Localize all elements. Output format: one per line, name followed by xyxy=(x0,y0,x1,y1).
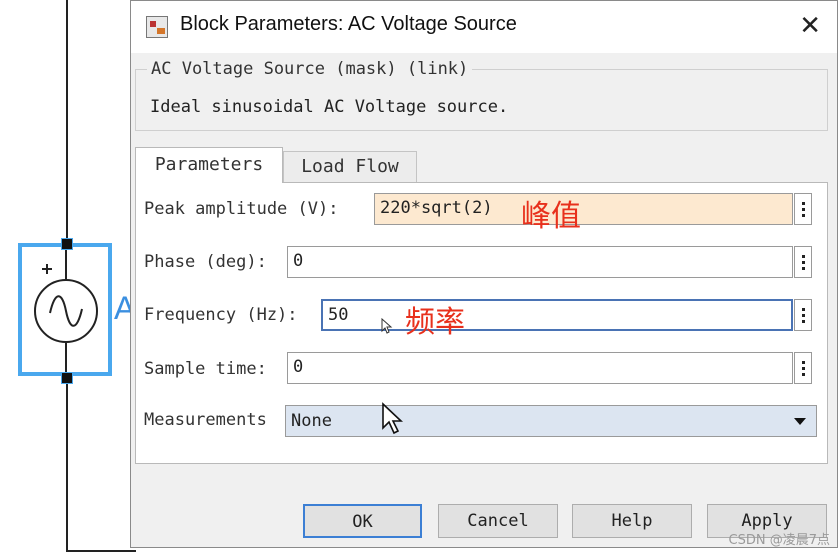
ok-button[interactable]: OK xyxy=(303,504,422,538)
close-icon[interactable]: ✕ xyxy=(799,10,821,40)
simulink-block-icon xyxy=(146,16,168,38)
frequency-label: Frequency (Hz): xyxy=(144,305,298,325)
phase-input[interactable]: 0 xyxy=(287,246,793,278)
sample-time-label: Sample time: xyxy=(144,359,267,379)
watermark: CSDN @凌晨7点 xyxy=(728,533,830,548)
block-port-top[interactable] xyxy=(61,238,73,250)
block-parameters-dialog: Block Parameters: AC Voltage Source ✕ AC… xyxy=(130,0,838,548)
canvas-wire-bottom xyxy=(66,376,68,552)
peak-amplitude-more-icon[interactable] xyxy=(794,193,812,225)
ac-source-symbol-icon xyxy=(34,247,98,372)
dialog-title: Block Parameters: AC Voltage Source xyxy=(180,13,517,35)
tab-parameters[interactable]: Parameters xyxy=(135,147,283,183)
sample-time-input[interactable]: 0 xyxy=(287,352,793,384)
cancel-button[interactable]: Cancel xyxy=(438,504,558,538)
title-bar[interactable]: Block Parameters: AC Voltage Source ✕ xyxy=(131,1,837,53)
peak-amplitude-label: Peak amplitude (V): xyxy=(144,199,339,219)
mouse-pointer-small-icon xyxy=(381,318,393,334)
phase-more-icon[interactable] xyxy=(794,246,812,278)
frequency-more-icon[interactable] xyxy=(794,299,812,331)
measurements-label: Measurements xyxy=(144,410,267,430)
block-port-bottom[interactable] xyxy=(61,372,73,384)
ac-voltage-source-block[interactable] xyxy=(18,243,112,376)
measurements-selected-value: None xyxy=(291,411,332,431)
help-button[interactable]: Help xyxy=(572,504,692,538)
canvas-wire-top xyxy=(66,0,68,243)
sample-time-more-icon[interactable] xyxy=(794,352,812,384)
chevron-down-icon[interactable] xyxy=(794,418,806,425)
group-title: AC Voltage Source (mask) (link) xyxy=(147,59,473,79)
peak-annotation: 峰值 xyxy=(521,199,581,234)
canvas-wire-horizontal xyxy=(66,550,136,552)
measurements-select[interactable]: None xyxy=(285,405,817,437)
frequency-annotation: 频率 xyxy=(405,305,465,340)
group-description: Ideal sinusoidal AC Voltage source. xyxy=(150,97,509,117)
peak-amplitude-input[interactable]: 220*sqrt(2) xyxy=(374,193,793,225)
tab-load-flow[interactable]: Load Flow xyxy=(283,151,417,183)
phase-label: Phase (deg): xyxy=(144,252,267,272)
mouse-pointer-icon xyxy=(382,402,404,435)
